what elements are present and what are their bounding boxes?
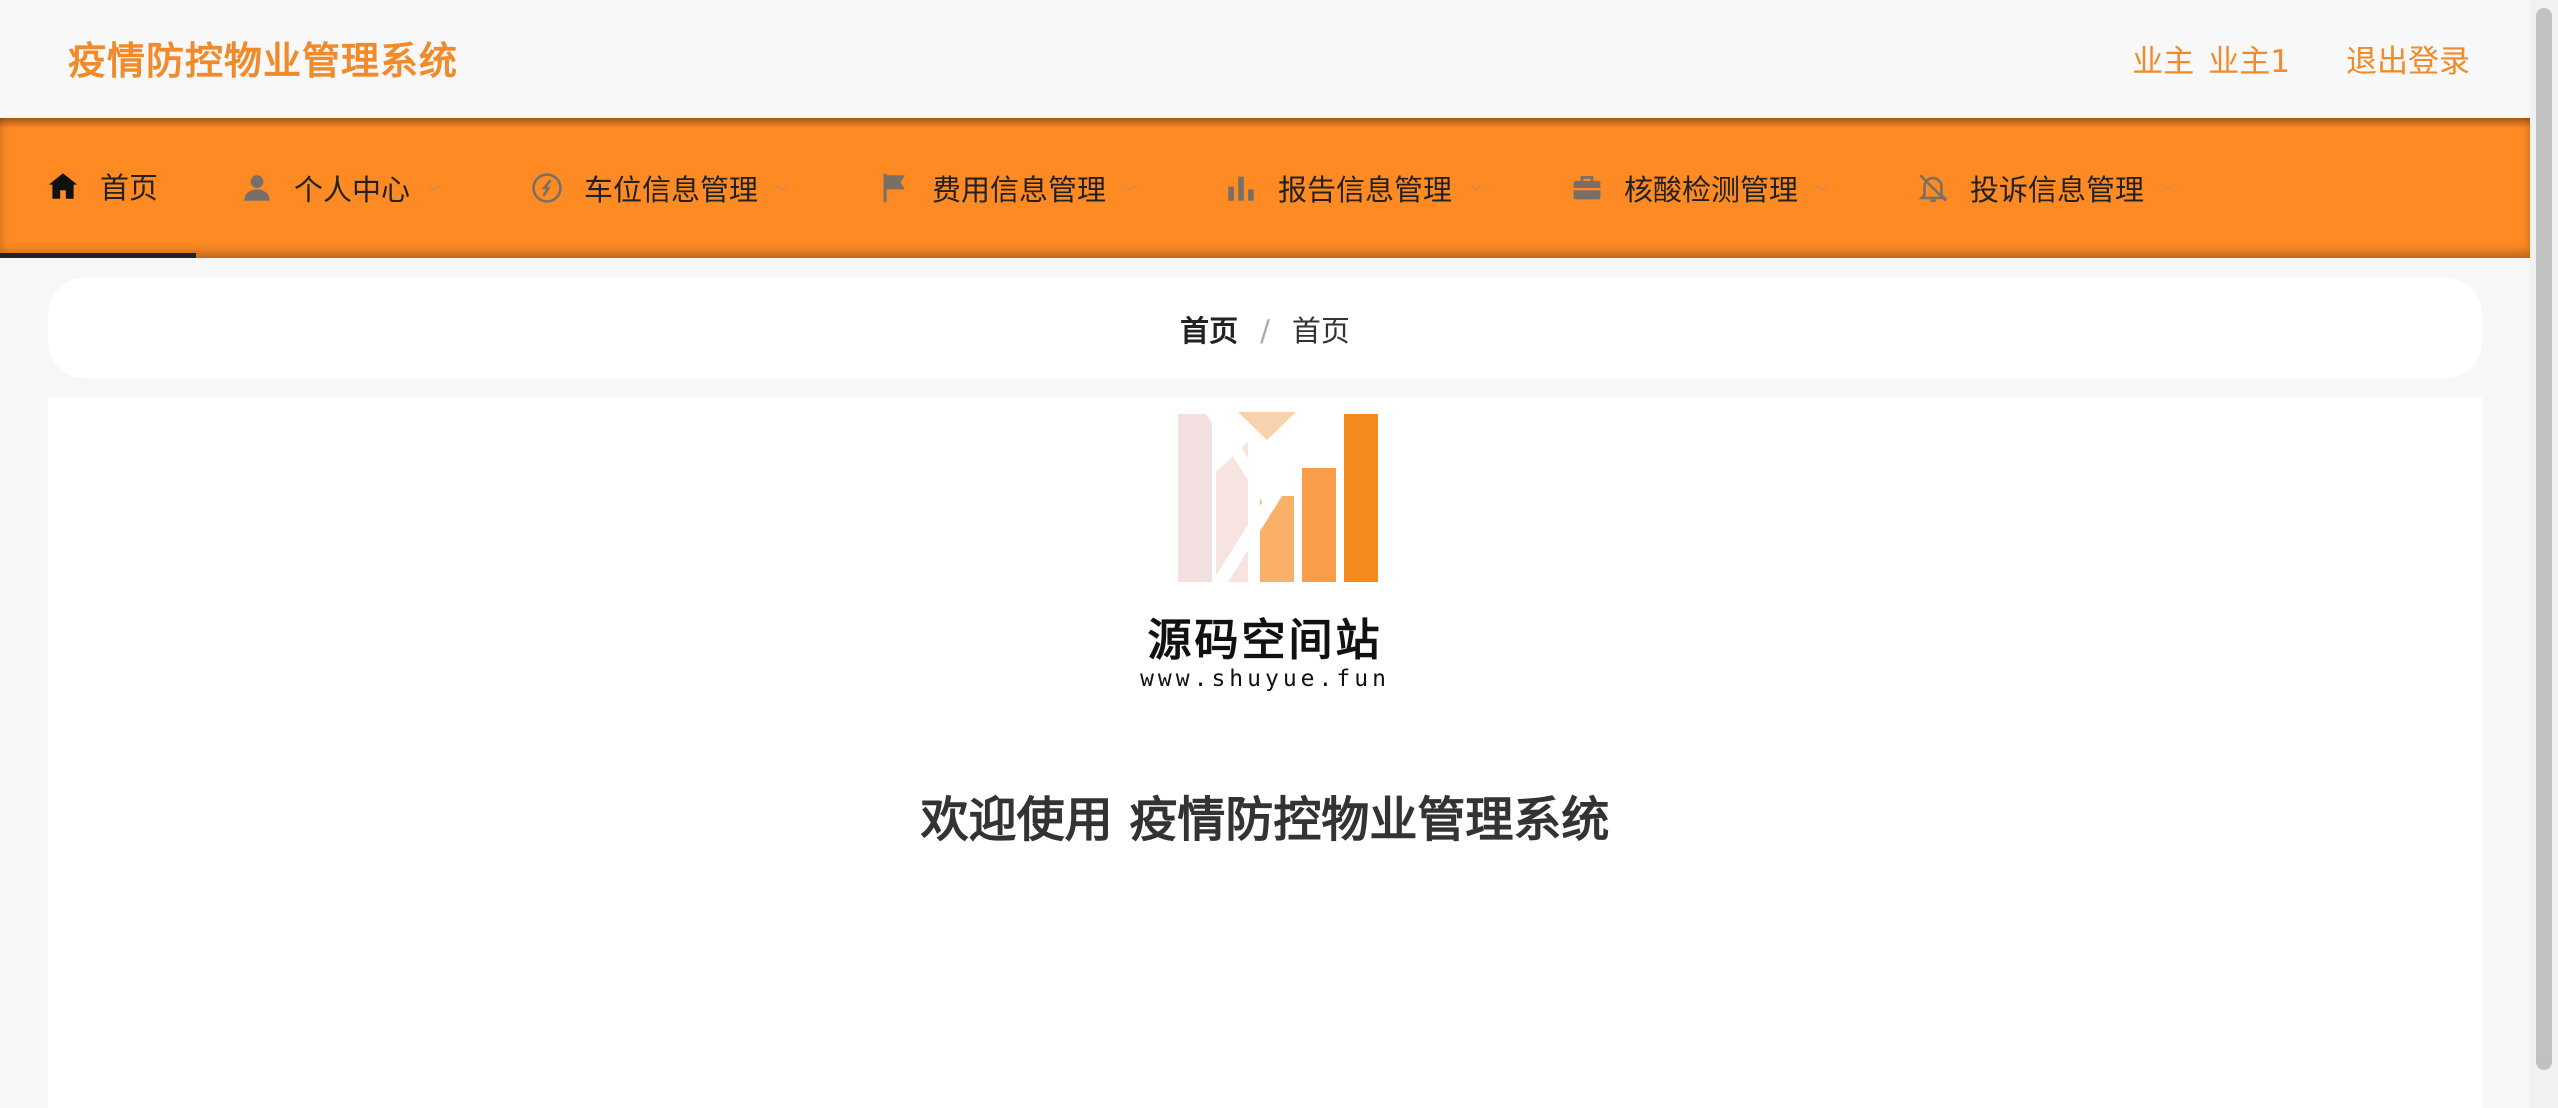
chevron-down-icon xyxy=(1816,184,1828,192)
breadcrumb-bar: 首页 / 首页 xyxy=(48,278,2482,378)
user-icon xyxy=(244,175,270,201)
nav-item-parking-info[interactable]: 车位信息管理 xyxy=(530,118,790,258)
top-header: 疫情防控物业管理系统 业主 业主1 退出登录 xyxy=(0,0,2530,119)
home-icon xyxy=(48,172,78,199)
bell-off-icon xyxy=(1918,174,1948,203)
nav-item-complaint-info[interactable]: 投诉信息管理 xyxy=(1916,118,2176,258)
app-title: 疫情防控物业管理系统 xyxy=(68,39,459,83)
page-scrollbar[interactable] xyxy=(2530,0,2558,1108)
nav-item-label: 费用信息管理 xyxy=(932,173,1107,207)
nav-item-home[interactable]: 首页 xyxy=(0,118,197,258)
chevron-down-icon xyxy=(428,184,440,192)
nav-top-shadow xyxy=(0,118,2530,128)
breadcrumb: 首页 / 首页 xyxy=(48,308,2482,350)
user-name: 业主1 xyxy=(2208,44,2290,80)
nav-item-personal-center[interactable]: 个人中心 xyxy=(240,118,442,258)
user-role: 业主 xyxy=(2132,44,2195,80)
nav-item-fee-info[interactable]: 费用信息管理 xyxy=(878,118,1138,258)
bar-chart-icon xyxy=(1228,176,1254,201)
scrollbar-thumb[interactable] xyxy=(2536,8,2552,1070)
briefcase-icon xyxy=(1573,175,1601,200)
compass-icon xyxy=(532,173,562,203)
chevron-down-icon xyxy=(1124,184,1136,192)
nav-item-label: 车位信息管理 xyxy=(584,173,759,207)
logo-title: 源码空间站 xyxy=(1147,615,1383,666)
chevron-down-icon xyxy=(776,184,788,192)
nav-item-label: 个人中心 xyxy=(294,173,411,207)
nav-item-label: 首页 xyxy=(100,170,159,205)
main-content: 源码空间站 www.shuyue.fun 欢迎使用 疫情防控物业管理系统 xyxy=(48,398,2482,1108)
welcome-heading: 欢迎使用 疫情防控物业管理系统 xyxy=(920,792,1610,848)
breadcrumb-home-link[interactable]: 首页 xyxy=(1180,314,1238,348)
nav-item-nucleic-test[interactable]: 核酸检测管理 xyxy=(1570,118,1830,258)
chevron-down-icon xyxy=(2162,184,2174,192)
logout-button[interactable]: 退出登录 xyxy=(2346,36,2470,81)
user-info: 业主 业主1 xyxy=(2132,36,2290,81)
breadcrumb-separator: / xyxy=(1260,314,1270,348)
logo-url: www.shuyue.fun xyxy=(1140,666,1390,692)
nav-item-label: 投诉信息管理 xyxy=(1970,173,2145,207)
brand-logo-icon xyxy=(1178,412,1378,582)
nav-item-label: 核酸检测管理 xyxy=(1624,173,1799,207)
main-nav: 首页 个人中心 车位信息管理 费用信息管理 报告信息管理 核酸检测管理 投诉信息… xyxy=(0,118,2530,258)
breadcrumb-current: 首页 xyxy=(1291,314,1350,348)
nav-item-report-info[interactable]: 报告信息管理 xyxy=(1224,118,1484,258)
chevron-down-icon xyxy=(1470,184,1482,192)
nav-item-label: 报告信息管理 xyxy=(1278,173,1453,207)
flag-icon xyxy=(883,173,905,203)
